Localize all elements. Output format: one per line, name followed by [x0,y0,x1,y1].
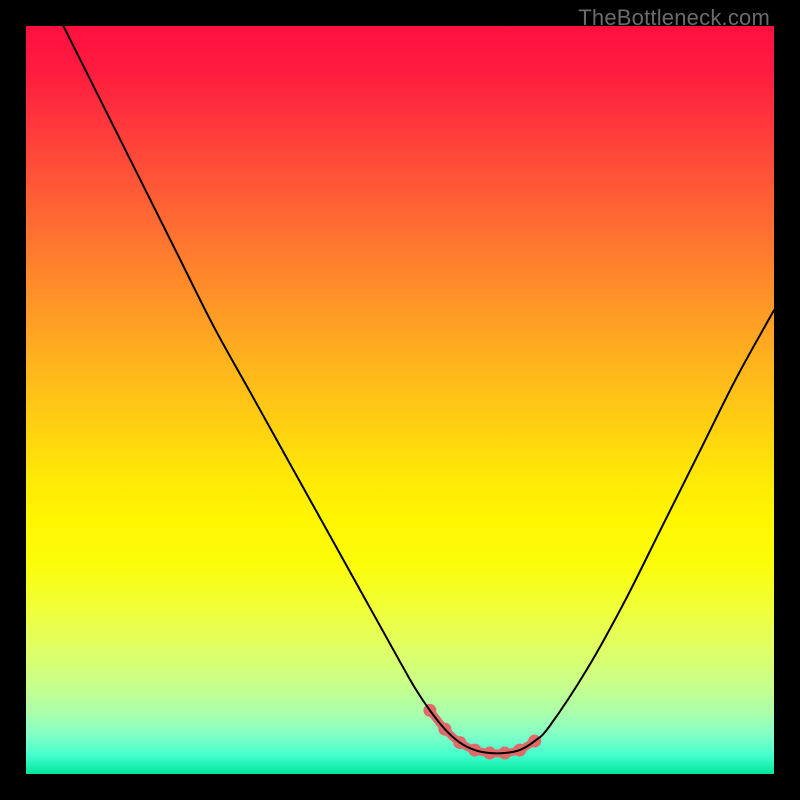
gradient-plot-area [26,26,774,774]
bottleneck-curve [63,26,774,753]
curve-layer [26,26,774,774]
watermark-text: TheBottleneck.com [578,5,770,31]
